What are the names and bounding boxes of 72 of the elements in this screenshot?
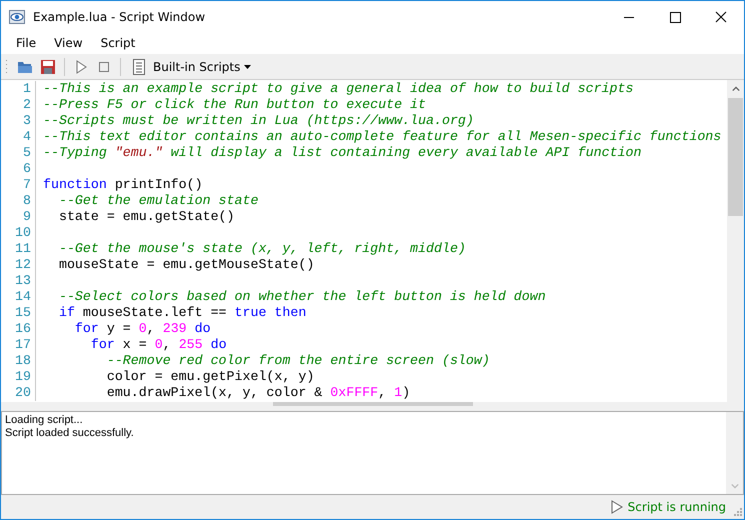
line-number: 19	[14, 369, 32, 385]
code-text: ,	[162, 337, 172, 352]
built-in-scripts-dropdown[interactable]: Built-in Scripts	[127, 58, 254, 74]
line-number: 20	[14, 385, 32, 401]
code-number: 0	[154, 337, 163, 352]
code-comment: --Get the mouse's state (x, y, left, right, middle)	[58, 241, 466, 256]
code-comment: --This is an example script to give a general idea of how to build scripts	[43, 81, 634, 96]
vertical-scrollbar[interactable]	[727, 80, 744, 402]
code-comment: --Get the emulation state	[58, 193, 258, 208]
line-number: 8	[22, 193, 32, 209]
play-icon	[610, 500, 623, 514]
code-keyword: function	[43, 177, 107, 192]
code-comment: --This text editor contains an auto-complete feature for all Mesen-specific functions	[43, 129, 722, 144]
code-text: state = emu.getState()	[58, 209, 235, 224]
line-number: 5	[22, 145, 32, 161]
caret-icon	[244, 64, 252, 68]
code-text: mouseState = emu.getMouseState()	[58, 257, 314, 272]
code-text: printInfo()	[114, 177, 203, 192]
list-icon	[131, 58, 147, 74]
code-keyword: if	[58, 305, 75, 320]
code-text: )	[402, 385, 410, 400]
code-number: 239	[162, 321, 187, 336]
code-number: 0xFFFF	[330, 385, 378, 400]
code-text: x =	[122, 337, 148, 352]
log-line: Script loaded successfully.	[5, 427, 135, 440]
line-number: 14	[14, 289, 32, 305]
line-number: 4	[22, 129, 32, 145]
line-number: 10	[14, 225, 32, 241]
line-number: 7	[22, 177, 32, 193]
code-number: 1	[394, 385, 402, 400]
resize-grip-icon[interactable]	[732, 506, 742, 516]
code-comment: --Remove red color from the entire screen (slow)	[106, 353, 490, 368]
line-number: 9	[22, 209, 32, 225]
window-title: Example.lua - Script Window	[33, 10, 206, 24]
code-number: 255	[178, 337, 203, 352]
code-text: emu.drawPixel(x, y, color &	[106, 385, 324, 400]
scroll-up-icon[interactable]	[732, 86, 740, 92]
line-number: 6	[22, 161, 32, 177]
code-keyword: do	[210, 337, 227, 352]
line-number: 1	[22, 81, 32, 97]
save-icon[interactable]	[40, 58, 56, 74]
code-keyword: true then	[234, 305, 306, 320]
menu-item[interactable]: View	[45, 36, 92, 50]
code-comment: --Scripts must be written in Lua (https://www.lua.org)	[43, 113, 474, 128]
line-number: 13	[14, 273, 32, 289]
line-number: 17	[14, 337, 32, 353]
code-text: color = emu.getPixel(x, y)	[106, 369, 314, 384]
code-number: 0	[138, 321, 147, 336]
menu-item[interactable]: File	[7, 36, 46, 50]
code-text: y =	[106, 321, 132, 336]
code-keyword: for	[90, 337, 115, 352]
code-string: "emu."	[114, 145, 163, 160]
log-line: Loading script...	[5, 414, 84, 427]
line-number: 18	[14, 353, 32, 369]
line-number: 15	[14, 305, 32, 321]
code-text: ,	[378, 385, 388, 400]
eye-icon	[9, 8, 25, 24]
line-number: 3	[22, 113, 32, 129]
code-comment: will display a list containing every available API function	[170, 145, 642, 160]
code-keyword: for	[74, 321, 99, 336]
code-keyword: do	[194, 321, 211, 336]
line-number: 12	[14, 257, 32, 273]
line-number: 16	[14, 321, 32, 337]
menu-item[interactable]: Script	[92, 36, 144, 50]
code-text: ,	[146, 321, 156, 336]
line-number: 11	[14, 241, 32, 257]
line-number: 2	[22, 97, 32, 113]
code-text: mouseState.left ==	[82, 305, 228, 320]
code-comment: --Press F5 or click the Run button to execute it	[43, 97, 426, 112]
status-text: Script is running	[628, 500, 726, 514]
code-comment: --Typing	[43, 145, 108, 160]
code-comment: --Select colors based on whether the left button is held down	[58, 289, 546, 304]
